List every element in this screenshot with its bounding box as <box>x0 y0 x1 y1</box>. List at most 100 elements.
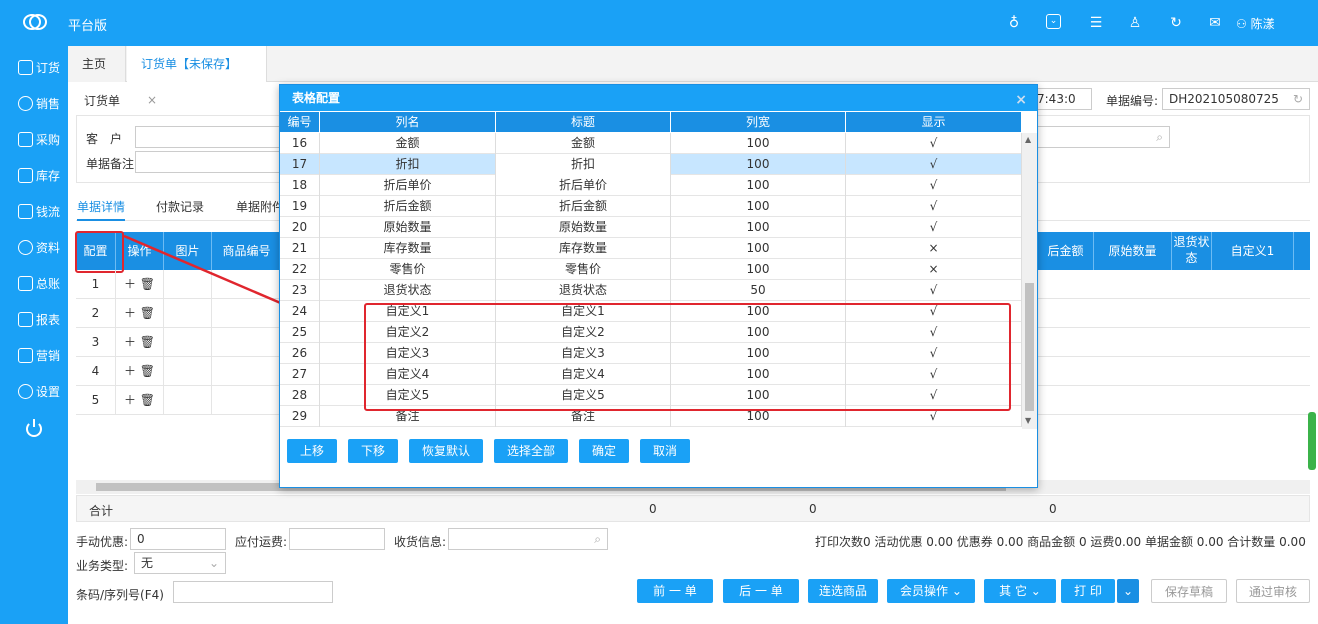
config-cell-show[interactable]: × <box>846 259 1022 280</box>
search-icon[interactable]: ⌕ <box>594 529 601 549</box>
power-icon[interactable] <box>26 419 42 437</box>
row-actions[interactable]: ＋ 🗑 <box>116 386 164 415</box>
config-cell-width[interactable]: 100 <box>671 238 846 259</box>
sidebar-item-data[interactable]: 资料 <box>0 236 68 260</box>
freight-input[interactable] <box>289 528 385 550</box>
barcode-input[interactable] <box>173 581 333 603</box>
print-button[interactable]: 打 印 <box>1061 579 1115 603</box>
config-cell-title[interactable]: 库存数量 <box>496 238 671 259</box>
image-cell[interactable] <box>164 270 212 299</box>
config-cell-title[interactable]: 折后单价 <box>496 175 671 196</box>
discount-input[interactable]: 0 <box>130 528 226 550</box>
subtab-details[interactable]: 单据详情 <box>77 198 126 221</box>
cancel-button[interactable]: 取消 <box>640 439 690 463</box>
menu-icon[interactable]: ☰ <box>1087 14 1105 32</box>
image-cell[interactable] <box>164 328 212 357</box>
receive-input[interactable]: ⌕ <box>448 528 608 550</box>
move-up-button[interactable]: 上移 <box>287 439 337 463</box>
config-cell-show[interactable]: √ <box>846 133 1022 154</box>
sidebar-item-inventory[interactable]: 库存 <box>0 164 68 188</box>
config-cell-title[interactable]: 金额 <box>496 133 671 154</box>
next-doc-button[interactable]: 后 一 单 <box>723 579 799 603</box>
refresh-icon[interactable]: ↻ <box>1167 14 1185 32</box>
scroll-down-icon[interactable]: ▼ <box>1025 416 1031 425</box>
sidebar-item-report[interactable]: 报表 <box>0 308 68 332</box>
bulb-icon[interactable]: ♁ <box>1005 14 1023 32</box>
config-row[interactable]: 21 库存数量 库存数量 100 × <box>280 238 1022 259</box>
close-icon[interactable]: × <box>147 93 157 107</box>
other-button[interactable]: 其 它 ⌄ <box>984 579 1056 603</box>
shirt-icon[interactable]: ♙ <box>1126 14 1144 32</box>
close-icon[interactable]: × <box>1015 87 1027 113</box>
sidebar-item-ledger[interactable]: 总账 <box>0 272 68 296</box>
config-cell-width[interactable]: 100 <box>671 259 846 280</box>
sidebar-item-purchase[interactable]: 采购 <box>0 128 68 152</box>
config-cell-title[interactable]: 折后金额 <box>496 196 671 217</box>
tab-home[interactable]: 主页 <box>68 46 126 82</box>
config-cell-show[interactable]: × <box>846 238 1022 259</box>
config-row[interactable]: 18 折后单价 折后单价 100 √ <box>280 175 1022 196</box>
row-actions[interactable]: ＋ 🗑 <box>116 357 164 386</box>
config-cell-show[interactable]: √ <box>846 280 1022 301</box>
scroll-up-icon[interactable]: ▲ <box>1025 135 1031 144</box>
dialog-scrollbar[interactable]: ▲ ▼ <box>1022 133 1037 429</box>
biztype-select[interactable]: 无 ⌄ <box>134 552 226 574</box>
scrollbar-thumb[interactable] <box>1025 283 1034 411</box>
confirm-button[interactable]: 确定 <box>579 439 629 463</box>
search-icon[interactable]: ⌕ <box>1156 127 1163 147</box>
config-cell-width[interactable]: 100 <box>671 175 846 196</box>
config-cell-title[interactable]: 零售价 <box>496 259 671 280</box>
config-row[interactable]: 19 折后金额 折后金额 100 √ <box>280 196 1022 217</box>
subtab-payments[interactable]: 付款记录 <box>156 198 204 215</box>
config-cell-width[interactable]: 100 <box>671 196 846 217</box>
image-cell[interactable] <box>164 386 212 415</box>
config-cell-width[interactable]: 100 <box>671 217 846 238</box>
row-actions[interactable]: ＋ 🗑 <box>116 328 164 357</box>
dropdown-box-icon[interactable]: ⌄ <box>1046 14 1061 29</box>
print-dropdown-button[interactable]: ⌄ <box>1117 579 1139 603</box>
sidebar-item-marketing[interactable]: 营销 <box>0 344 68 368</box>
select-goods-button[interactable]: 连选商品 <box>808 579 878 603</box>
remark-input[interactable] <box>135 151 285 173</box>
config-cell-show[interactable]: √ <box>846 175 1022 196</box>
config-row[interactable]: 23 退货状态 退货状态 50 √ <box>280 280 1022 301</box>
config-cell-title[interactable]: 折扣 <box>496 154 671 175</box>
search-input[interactable]: ⌕ <box>1030 126 1170 148</box>
image-cell[interactable] <box>164 357 212 386</box>
sidebar-item-settings[interactable]: 设置 <box>0 380 68 404</box>
user-menu[interactable]: ⚇ 陈漾 <box>1236 15 1275 32</box>
config-row[interactable]: 22 零售价 零售价 100 × <box>280 259 1022 280</box>
image-cell[interactable] <box>164 299 212 328</box>
config-cell-show[interactable]: √ <box>846 217 1022 238</box>
row-actions[interactable]: ＋ 🗑 <box>116 299 164 328</box>
config-row[interactable]: 17 折扣 折扣 100 √ <box>280 154 1022 175</box>
customer-input[interactable] <box>135 126 285 148</box>
sidebar-item-sales[interactable]: 销售 <box>0 92 68 116</box>
config-cell-show[interactable]: √ <box>846 196 1022 217</box>
restore-default-button[interactable]: 恢复默认 <box>409 439 483 463</box>
refresh-icon[interactable]: ↻ <box>1293 89 1303 109</box>
config-cell-width[interactable]: 100 <box>671 154 846 175</box>
move-down-button[interactable]: 下移 <box>348 439 398 463</box>
prev-doc-button[interactable]: 前 一 单 <box>637 579 713 603</box>
config-cell-show[interactable]: √ <box>846 154 1022 175</box>
vertical-scroll-indicator[interactable] <box>1308 412 1316 470</box>
config-cell-title[interactable]: 退货状态 <box>496 280 671 301</box>
sidebar-item-cashflow[interactable]: 钱流 <box>0 200 68 224</box>
mail-icon[interactable]: ✉ <box>1206 14 1224 32</box>
config-cell-title[interactable]: 原始数量 <box>496 217 671 238</box>
subtab-attachments[interactable]: 单据附件 <box>236 198 284 215</box>
config-cell-width[interactable]: 50 <box>671 280 846 301</box>
config-row[interactable]: 20 原始数量 原始数量 100 √ <box>280 217 1022 238</box>
config-row[interactable]: 16 金额 金额 100 √ <box>280 133 1022 154</box>
member-ops-button[interactable]: 会员操作 ⌄ <box>887 579 975 603</box>
row-actions[interactable]: ＋ 🗑 <box>116 270 164 299</box>
select-all-button[interactable]: 选择全部 <box>494 439 568 463</box>
doc-no-field[interactable]: DH202105080725 ↻ <box>1162 88 1310 110</box>
config-cell-width[interactable]: 100 <box>671 133 846 154</box>
tab-order-form[interactable]: 订货单【未保存】 × <box>127 46 267 107</box>
sidebar-item-order[interactable]: 订货 <box>0 56 68 80</box>
save-draft-button[interactable]: 保存草稿 <box>1151 579 1227 603</box>
approve-button[interactable]: 通过审核 <box>1236 579 1310 603</box>
time-field[interactable]: 7:43:0 <box>1030 88 1092 110</box>
